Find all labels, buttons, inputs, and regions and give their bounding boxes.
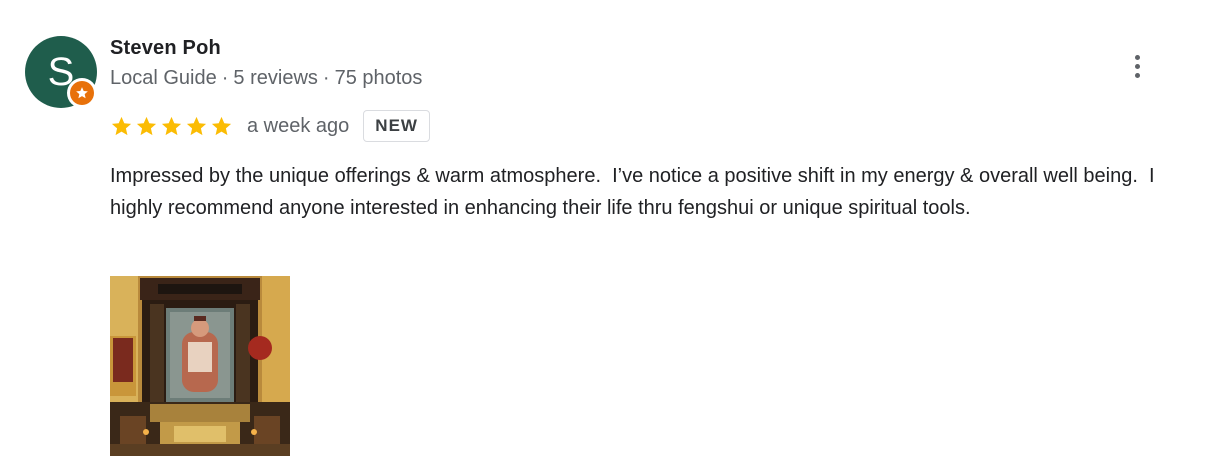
star-icon [161, 116, 182, 135]
star-icon [186, 116, 207, 135]
star-rating [110, 115, 233, 138]
reviewer-meta[interactable]: Local Guide · 5 reviews · 75 photos [110, 67, 422, 90]
reviewer-review-count: 5 reviews [233, 67, 318, 89]
star-icon [211, 116, 232, 135]
new-badge: NEW [363, 110, 430, 142]
local-guide-star-icon [67, 78, 97, 108]
reviewer-role: Local Guide [110, 67, 217, 89]
review-photo[interactable] [110, 276, 290, 456]
meta-separator: · [322, 67, 330, 89]
rating-row: a week ago NEW [110, 108, 430, 144]
star-icon [111, 116, 132, 135]
star-icon [136, 116, 157, 135]
reviewer-name[interactable]: Steven Poh [110, 37, 221, 60]
review-text: Impressed by the unique offerings & warm… [110, 165, 1161, 219]
more-vert-icon[interactable] [1122, 48, 1152, 84]
review-date: a week ago [247, 114, 350, 137]
meta-separator: · [221, 67, 229, 89]
review-card: S Steven Poh Local Guide · 5 reviews · 75 ph… [0, 0, 1214, 476]
reviewer-photo-count: 75 photos [334, 67, 423, 89]
